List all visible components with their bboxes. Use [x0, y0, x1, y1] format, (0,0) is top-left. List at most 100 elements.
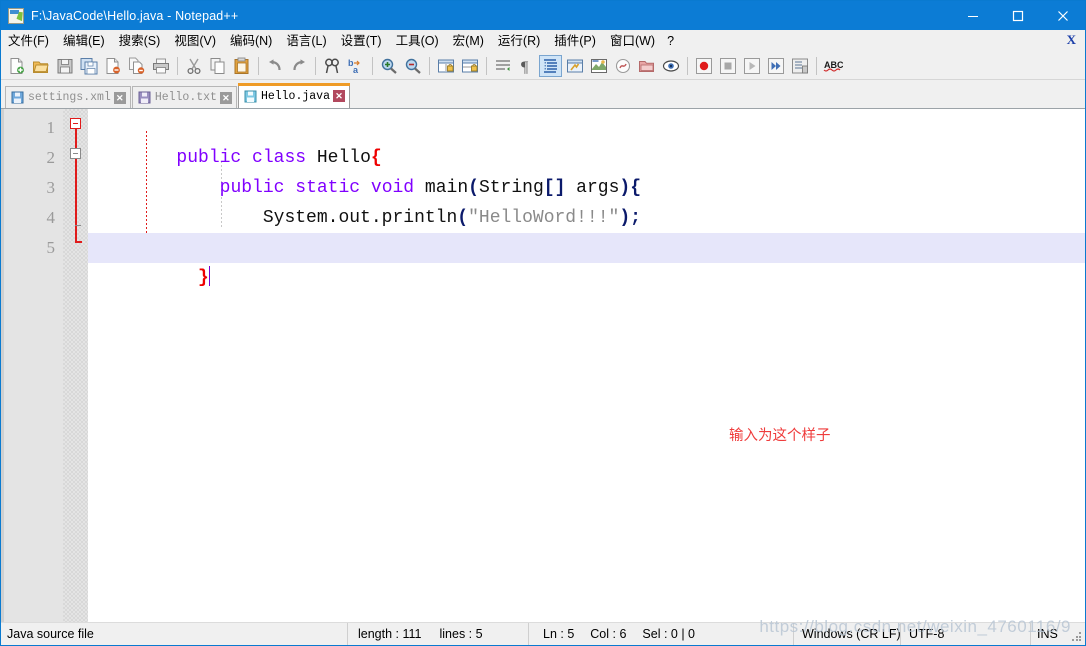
notepad-plus-plus-icon	[8, 7, 24, 24]
indent-guide-icon[interactable]	[539, 55, 562, 77]
menu-encoding[interactable]: 编码(N)	[223, 31, 279, 51]
find-icon[interactable]	[320, 55, 343, 77]
menu-macro[interactable]: 宏(M)	[446, 31, 491, 51]
tab-settings-xml[interactable]: settings.xml ✕	[5, 86, 131, 108]
close-all-files-icon[interactable]	[125, 55, 148, 77]
stop-recording-icon[interactable]	[716, 55, 739, 77]
notepad-plus-plus-window: F:\JavaCode\Hello.java - Notepad++ 文件(F)…	[0, 0, 1086, 646]
run-macro-multiple-icon[interactable]	[764, 55, 787, 77]
text-caret	[208, 266, 210, 286]
tab-hello-txt[interactable]: Hello.txt ✕	[131, 86, 237, 108]
code-canvas[interactable]: public class Hello{ public static void m…	[88, 109, 1085, 622]
code-line-3[interactable]: System.out.println("HelloWord!!!");	[88, 173, 1085, 228]
fold-marker-line-1[interactable]	[70, 118, 81, 129]
code-line-1[interactable]: public class Hello{	[88, 113, 1085, 168]
close-file-icon[interactable]	[101, 55, 124, 77]
maximize-button[interactable]	[995, 1, 1040, 30]
function-list-icon[interactable]	[611, 55, 634, 77]
tab-hello-java[interactable]: Hello.java ✕	[237, 83, 350, 108]
code-line-2[interactable]: public static void main(String[] args){	[88, 143, 1085, 198]
redo-icon[interactable]	[287, 55, 310, 77]
toolbar-separator	[816, 57, 817, 75]
svg-text:ABC: ABC	[824, 60, 843, 70]
toolbar: b a ¶ ABC	[1, 53, 1085, 80]
zoom-out-icon[interactable]	[401, 55, 424, 77]
status-eol[interactable]: Windows (CR LF)	[793, 623, 901, 645]
menu-plugins[interactable]: 插件(P)	[547, 31, 603, 51]
line-number-gutter: 1 2 3 4 5	[1, 109, 63, 622]
line-number: 4	[46, 208, 56, 227]
menu-view[interactable]: 视图(V)	[167, 31, 223, 51]
tab-label: settings.xml	[28, 91, 111, 104]
line-number: 5	[46, 238, 56, 257]
open-file-icon[interactable]	[29, 55, 52, 77]
status-caret-info: Ln : 5 Col : 6 Sel : 0 | 0	[528, 623, 793, 645]
saved-file-icon	[138, 91, 151, 104]
user-defined-language-icon[interactable]	[563, 55, 586, 77]
status-insert-mode[interactable]: INS	[1031, 623, 1071, 645]
toolbar-separator	[687, 57, 688, 75]
zoom-in-icon[interactable]	[377, 55, 400, 77]
save-macro-icon[interactable]	[788, 55, 811, 77]
folder-as-workspace-icon[interactable]	[635, 55, 658, 77]
status-sel: Sel : 0 | 0	[642, 627, 696, 641]
status-length: length : 111	[358, 627, 422, 641]
resize-grip-icon[interactable]	[1072, 632, 1082, 642]
token-brace: }	[198, 268, 209, 288]
monitoring-icon[interactable]	[659, 55, 682, 77]
toolbar-separator	[486, 57, 487, 75]
cut-icon[interactable]	[182, 55, 205, 77]
menu-file[interactable]: 文件(F)	[1, 31, 56, 51]
menu-run[interactable]: 运行(R)	[491, 31, 547, 51]
status-ln: Ln : 5	[543, 627, 575, 641]
undo-icon[interactable]	[263, 55, 286, 77]
menu-window[interactable]: 窗口(W)	[603, 31, 662, 51]
record-macro-icon[interactable]	[692, 55, 715, 77]
close-icon[interactable]: ✕	[219, 91, 232, 104]
fold-tick	[75, 225, 81, 226]
copy-icon[interactable]	[206, 55, 229, 77]
tab-label: Hello.txt	[154, 91, 217, 104]
line-number: 2	[46, 148, 56, 167]
title-bar: F:\JavaCode\Hello.java - Notepad++	[1, 1, 1085, 30]
show-all-characters-icon[interactable]: ¶	[515, 55, 538, 77]
code-line-4[interactable]: }	[88, 203, 1085, 258]
play-macro-icon[interactable]	[740, 55, 763, 77]
menu-language[interactable]: 语言(L)	[279, 31, 333, 51]
print-icon[interactable]	[149, 55, 172, 77]
paste-icon[interactable]	[230, 55, 253, 77]
status-lines: lines : 5	[439, 627, 483, 641]
menu-settings[interactable]: 设置(T)	[334, 31, 389, 51]
close-button[interactable]	[1040, 1, 1085, 30]
close-document-button[interactable]: X	[1067, 32, 1076, 48]
line-number: 3	[46, 178, 56, 197]
close-icon[interactable]: ✕	[113, 91, 126, 104]
new-file-icon[interactable]	[5, 55, 28, 77]
sync-horizontal-scroll-icon[interactable]	[458, 55, 481, 77]
sync-vertical-scroll-icon[interactable]	[434, 55, 457, 77]
fold-marker-line-2[interactable]	[70, 148, 81, 159]
minimize-button[interactable]	[950, 1, 995, 30]
save-all-icon[interactable]	[77, 55, 100, 77]
spell-check-icon[interactable]: ABC	[821, 55, 844, 77]
editor-area[interactable]: 1 2 3 4 5 public class Hello{ public sta…	[1, 108, 1085, 622]
menu-search[interactable]: 搜索(S)	[112, 31, 168, 51]
code-line-5[interactable]: }	[88, 233, 1085, 288]
document-map-icon[interactable]	[587, 55, 610, 77]
menu-help[interactable]: ?	[662, 31, 681, 51]
window-title: F:\JavaCode\Hello.java - Notepad++	[31, 8, 239, 23]
status-encoding[interactable]: UTF-8	[901, 623, 1031, 645]
save-icon[interactable]	[53, 55, 76, 77]
annotation-text: 输入为这个样子	[729, 429, 831, 445]
fold-margin[interactable]	[63, 109, 88, 622]
word-wrap-icon[interactable]	[491, 55, 514, 77]
close-icon[interactable]: ✕	[332, 90, 345, 102]
menu-tools[interactable]: 工具(O)	[389, 31, 446, 51]
replace-icon[interactable]: b a	[344, 55, 367, 77]
svg-text:a: a	[353, 65, 359, 75]
status-bar: Java source file length : 111 lines : 5 …	[1, 622, 1085, 645]
menu-edit[interactable]: 编辑(E)	[56, 31, 112, 51]
toolbar-separator	[372, 57, 373, 75]
toolbar-separator	[258, 57, 259, 75]
